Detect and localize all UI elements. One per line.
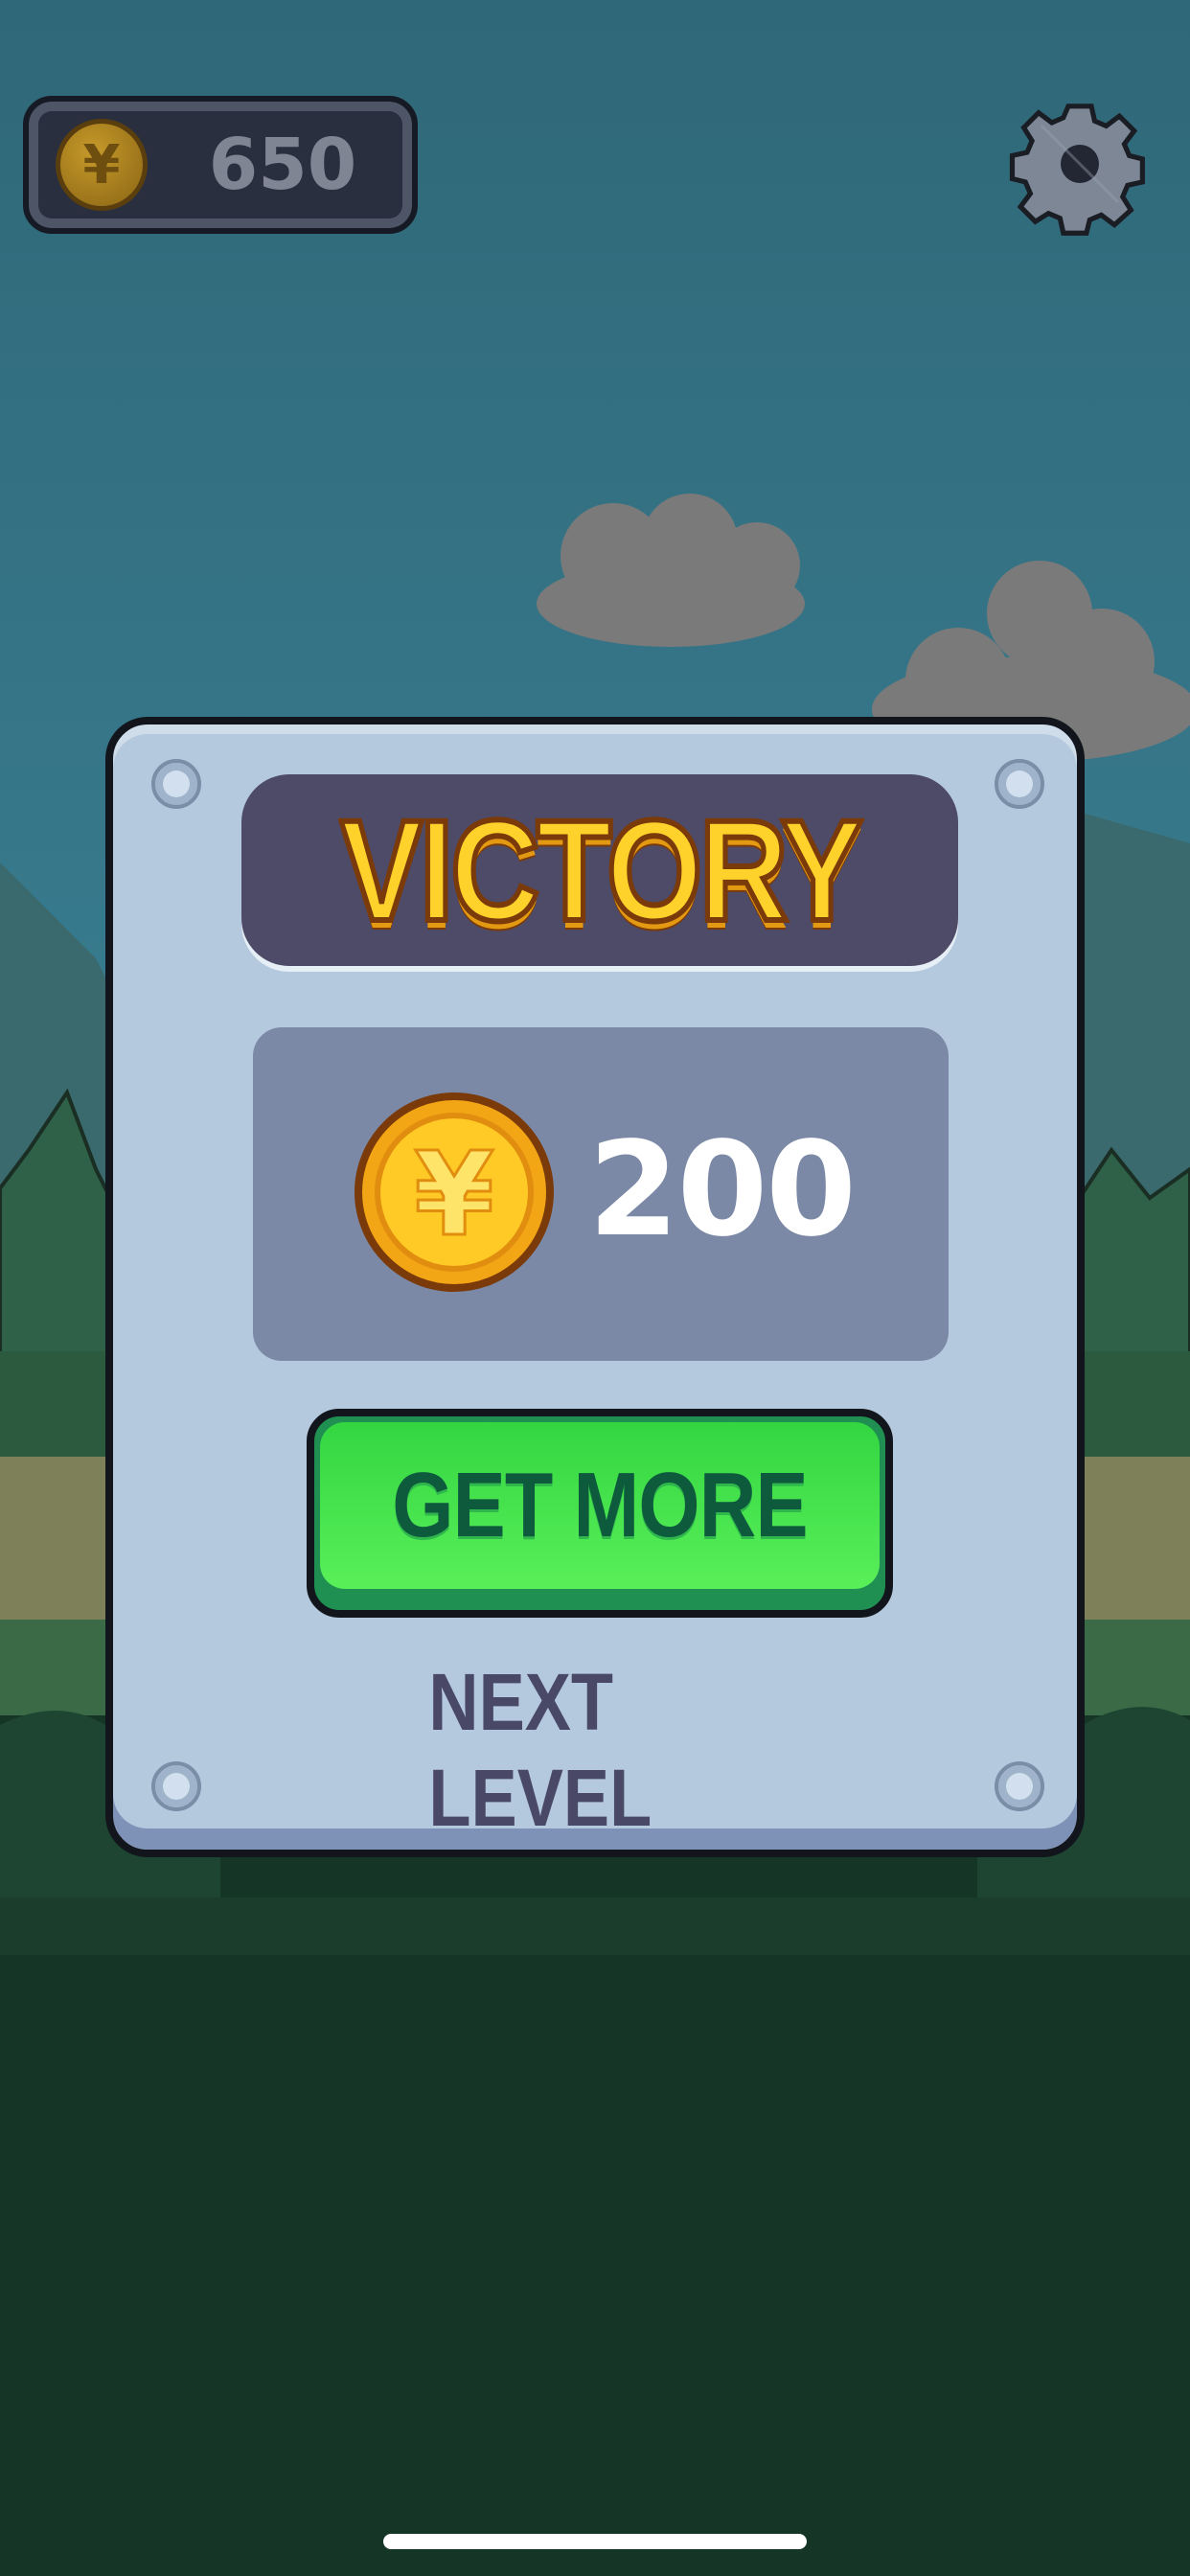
get-more-button[interactable]: GET MORE xyxy=(307,1409,893,1618)
victory-title: VICTORY xyxy=(337,787,865,954)
rivet xyxy=(995,759,1044,809)
svg-text:¥: ¥ xyxy=(414,1129,494,1262)
get-more-button-face: GET MORE xyxy=(320,1422,880,1589)
victory-dialog: VICTORY ¥ 200 GET MORE NEXT LEVEL xyxy=(105,717,1085,1857)
rivet xyxy=(151,1761,201,1811)
home-indicator[interactable] xyxy=(383,2534,807,2549)
reward-amount: 200 xyxy=(588,1115,857,1266)
yen-coin-icon: ¥ xyxy=(355,1092,554,1292)
get-more-label: GET MORE xyxy=(392,1454,808,1556)
next-level-button[interactable]: NEXT LEVEL xyxy=(400,1654,803,1843)
title-banner: VICTORY xyxy=(241,774,958,966)
next-level-label: NEXT LEVEL xyxy=(428,1657,652,1843)
rivet xyxy=(995,1761,1044,1811)
coin-counter: ¥ 650 xyxy=(23,96,418,234)
rivet xyxy=(151,759,201,809)
reward-panel: ¥ 200 xyxy=(253,1027,949,1361)
settings-button[interactable] xyxy=(1006,90,1154,238)
yen-coin-icon: ¥ xyxy=(56,119,148,211)
trees-right xyxy=(1071,1146,1190,1363)
gear-icon xyxy=(1009,104,1145,236)
coin-balance: 650 xyxy=(208,124,357,206)
